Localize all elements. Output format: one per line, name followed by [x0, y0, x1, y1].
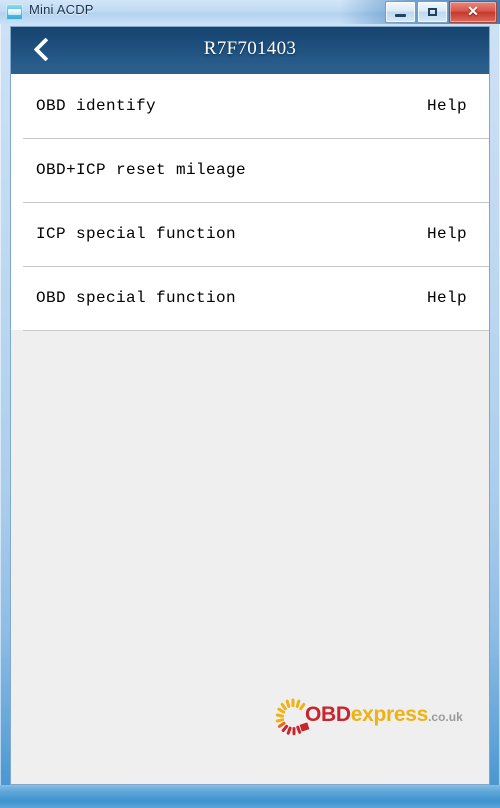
page-title: R7F701403: [203, 38, 297, 59]
list-item[interactable]: ICP special function Help: [11, 202, 489, 266]
title-bar[interactable]: Mini ACDP ✕: [0, 0, 500, 24]
function-list: OBD identify Help OBD+ICP reset mileage …: [11, 74, 489, 330]
help-link[interactable]: Help: [427, 225, 467, 243]
brand-secondary: express: [350, 703, 429, 726]
client-area: R7F701403 OBD identify Help OBD+ICP rese…: [10, 26, 490, 785]
list-item-label: OBD identify: [36, 97, 157, 115]
window-controls: ✕: [384, 1, 497, 23]
brand-tld: .co.uk: [428, 710, 463, 724]
window-title: Mini ACDP: [29, 2, 94, 17]
close-icon: ✕: [467, 3, 479, 19]
list-item[interactable]: OBD special function Help: [11, 266, 489, 330]
application-window: Mini ACDP ✕ R7F701403 OBD identify Help …: [0, 0, 500, 808]
minimize-button[interactable]: [385, 1, 416, 23]
list-item-label: ICP special function: [36, 225, 237, 243]
list-item[interactable]: OBD+ICP reset mileage Help: [11, 138, 489, 202]
list-item-label: OBD special function: [36, 289, 237, 307]
close-button[interactable]: ✕: [449, 1, 497, 23]
help-link[interactable]: Help: [427, 97, 467, 115]
list-item[interactable]: OBD identify Help: [11, 74, 489, 138]
list-item-label: OBD+ICP reset mileage: [36, 161, 247, 179]
brand-primary: OBD: [305, 703, 351, 726]
app-icon: [6, 4, 23, 20]
brand-watermark: OBDexpress.co.uk: [273, 695, 463, 741]
window-frame-bottom: [0, 785, 500, 808]
content-background: OBDexpress.co.uk: [11, 331, 489, 761]
maximize-button[interactable]: [417, 1, 448, 23]
brand-wordmark: OBDexpress.co.uk: [305, 703, 463, 727]
app-header: R7F701403: [11, 27, 489, 74]
help-link[interactable]: Help: [427, 289, 467, 307]
